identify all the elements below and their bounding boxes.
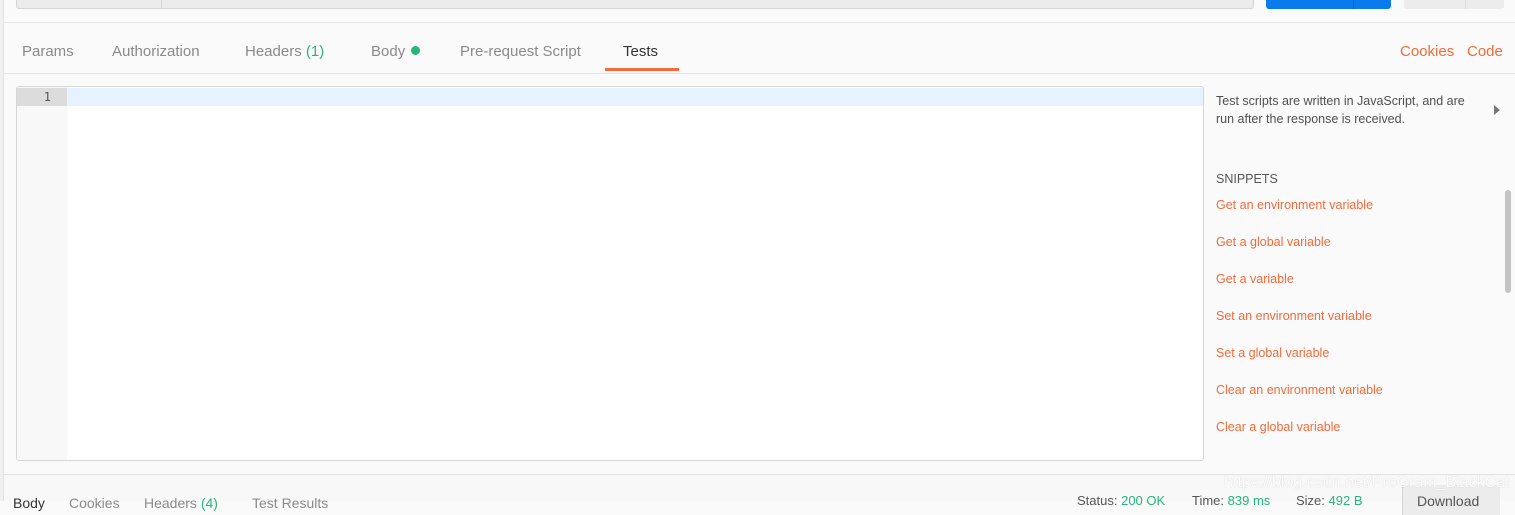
tab-body[interactable]: Body [371, 43, 421, 60]
response-tab-headers[interactable]: Headers (4) [144, 495, 218, 511]
snippet-link[interactable]: Set a global variable [1216, 346, 1329, 360]
method-select[interactable] [17, 0, 162, 8]
current-line[interactable] [67, 88, 1203, 106]
tab-pre-request-script[interactable]: Pre-request Script [460, 43, 581, 60]
snippet-link[interactable]: Set an environment variable [1216, 309, 1372, 323]
tab-label: Headers [144, 495, 197, 511]
response-tab-test-results[interactable]: Test Results [252, 495, 328, 511]
tab-headers[interactable]: Headers (1) [245, 43, 324, 60]
save-dropdown[interactable] [1465, 0, 1466, 9]
tab-authorization[interactable]: Authorization [112, 43, 200, 60]
response-tab-body[interactable]: Body [13, 495, 45, 511]
tests-description: Test scripts are written in JavaScript, … [1216, 94, 1465, 126]
snippet-link[interactable]: Clear a global variable [1216, 420, 1340, 434]
tests-editor[interactable]: 1 [16, 86, 1204, 461]
tab-params[interactable]: Params [22, 43, 74, 60]
response-tab-cookies[interactable]: Cookies [69, 495, 120, 511]
snippet-link[interactable]: Clear an environment variable [1216, 383, 1383, 397]
snippet-link[interactable]: Get a variable [1216, 272, 1294, 286]
snippets-heading: SNIPPETS [1216, 172, 1278, 186]
active-tab-indicator [605, 68, 679, 71]
headers-count: (4) [200, 495, 218, 511]
tab-label: Body [371, 43, 406, 60]
snippet-link[interactable]: Get a global variable [1216, 235, 1331, 249]
snippet-link[interactable]: Get an environment variable [1216, 198, 1373, 212]
tab-tests[interactable]: Tests [623, 43, 658, 60]
cookies-link[interactable]: Cookies [1400, 43, 1454, 60]
tab-label: Headers [245, 43, 302, 60]
line-number: 1 [17, 88, 67, 106]
snippets-panel: Test scripts are written in JavaScript, … [1216, 92, 1496, 128]
send-button[interactable] [1266, 0, 1391, 9]
line-gutter [17, 87, 67, 460]
url-bar[interactable] [16, 0, 1254, 9]
headers-count: (1) [305, 43, 325, 60]
collapse-arrow-icon[interactable] [1494, 105, 1500, 115]
watermark: https://blog.csdn.net/ProGram_BlackCat [1224, 474, 1510, 491]
save-button[interactable] [1404, 0, 1504, 9]
code-link[interactable]: Code [1467, 43, 1503, 60]
snippets-scrollbar[interactable] [1505, 190, 1511, 293]
send-dropdown[interactable] [1353, 0, 1354, 9]
request-tabs: Params Authorization Headers (1) Body Pr… [4, 23, 1515, 74]
left-panel-edge [0, 0, 4, 501]
body-indicator-dot-icon [411, 46, 421, 55]
